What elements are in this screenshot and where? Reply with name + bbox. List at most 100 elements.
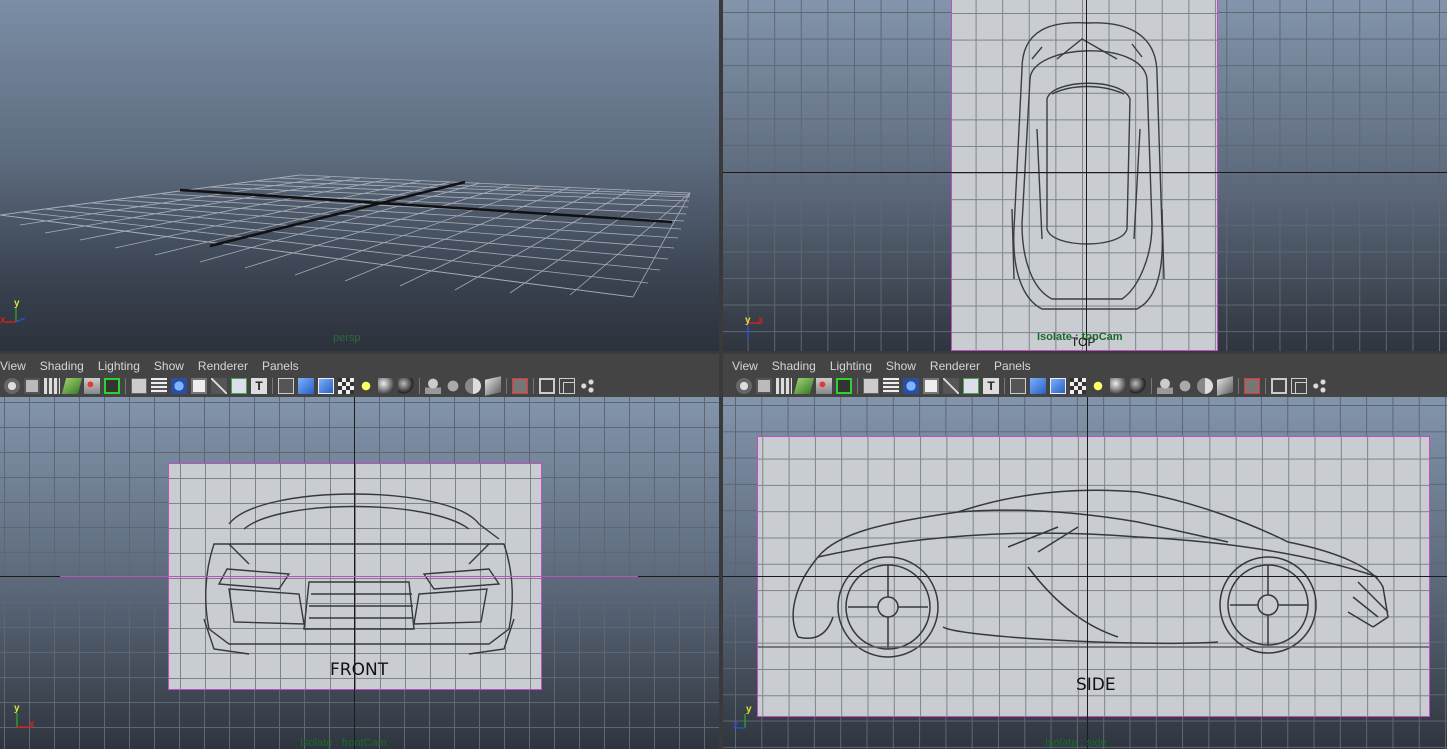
gate-mask-icon[interactable] xyxy=(923,378,939,394)
image-plane-icon[interactable] xyxy=(61,378,83,394)
wireframe-icon[interactable] xyxy=(1010,378,1026,394)
camera-name-label: Isolate : frontCam xyxy=(300,737,387,749)
menu-shading[interactable]: Shading xyxy=(33,359,91,373)
bounding-box-icon[interactable] xyxy=(539,378,555,394)
grease-pencil-icon[interactable] xyxy=(104,378,120,394)
gizmo-y-label: y xyxy=(14,703,20,714)
component-icon[interactable] xyxy=(559,378,575,394)
safe-action-icon[interactable] xyxy=(963,378,979,394)
select-camera-icon[interactable] xyxy=(736,378,752,394)
wireframe-on-shaded-icon[interactable] xyxy=(1050,378,1066,394)
camera-name-label: Isolate : topCam xyxy=(1037,331,1123,343)
motion-blur-icon[interactable] xyxy=(425,378,441,394)
viewport-divider-horizontal[interactable] xyxy=(0,351,1447,354)
menu-lighting[interactable]: Lighting xyxy=(91,359,147,373)
panel-menubar-front: View Shading Lighting Show Renderer Pane… xyxy=(0,356,719,376)
wireframe-icon[interactable] xyxy=(278,378,294,394)
bookmarks-icon[interactable] xyxy=(776,378,792,394)
ambient-occlusion-icon[interactable] xyxy=(398,378,414,394)
world-axis-vertical xyxy=(1087,397,1088,749)
anti-aliasing-icon[interactable] xyxy=(445,378,461,394)
2d-pan-icon[interactable] xyxy=(816,378,832,394)
smooth-shade-icon[interactable] xyxy=(1030,378,1046,394)
world-axis-horizontal xyxy=(723,172,1447,173)
film-gate-icon[interactable] xyxy=(883,378,899,394)
hierarchy-icon[interactable] xyxy=(579,378,595,394)
world-axis-vertical xyxy=(1086,0,1087,351)
gizmo-x-label: x xyxy=(29,719,35,730)
shadows-icon[interactable] xyxy=(1110,378,1126,394)
gizmo-y-label: y xyxy=(746,704,752,715)
2d-pan-icon[interactable] xyxy=(84,378,100,394)
front-caption: FRONT xyxy=(330,660,389,680)
motion-blur-icon[interactable] xyxy=(1157,378,1173,394)
camera-attributes-icon[interactable] xyxy=(756,378,772,394)
use-all-lights-icon[interactable] xyxy=(358,378,374,394)
menu-show[interactable]: Show xyxy=(879,359,923,373)
camera-name-label: Isolate : side xyxy=(1045,737,1107,749)
menu-panels[interactable]: Panels xyxy=(255,359,306,373)
image-plane-icon[interactable] xyxy=(793,378,815,394)
depth-of-field-icon[interactable] xyxy=(1197,378,1213,394)
world-axis-vertical xyxy=(354,397,355,749)
panel-menubar-side: View Shading Lighting Show Renderer Pane… xyxy=(725,356,1447,376)
camera-attributes-icon[interactable] xyxy=(24,378,40,394)
gizmo-y-label: y xyxy=(745,315,751,326)
depth-of-field-icon[interactable] xyxy=(465,378,481,394)
safe-title-icon[interactable]: T xyxy=(983,378,999,394)
textured-icon[interactable] xyxy=(338,378,354,394)
field-chart-icon[interactable] xyxy=(943,378,959,394)
resolution-gate-icon[interactable] xyxy=(903,378,919,394)
grease-pencil-icon[interactable] xyxy=(836,378,852,394)
gizmo-y-label: y xyxy=(14,298,20,309)
menu-renderer[interactable]: Renderer xyxy=(923,359,987,373)
front-viewport[interactable]: FRONT y x Isolate : frontCam xyxy=(0,397,719,749)
xray-icon[interactable] xyxy=(485,376,501,396)
shadows-icon[interactable] xyxy=(378,378,394,394)
smooth-shade-icon[interactable] xyxy=(298,378,314,394)
gizmo-x-label: x xyxy=(0,315,6,326)
top-image-plane xyxy=(951,0,1218,351)
gizmo-x-label: x xyxy=(758,315,764,326)
top-viewport[interactable]: y x TOP Isolate : topCam xyxy=(723,0,1447,351)
gizmo-z-label: z xyxy=(733,720,738,731)
resolution-gate-icon[interactable] xyxy=(171,378,187,394)
film-gate-icon[interactable] xyxy=(151,378,167,394)
hierarchy-icon[interactable] xyxy=(1311,378,1327,394)
menu-shading[interactable]: Shading xyxy=(765,359,823,373)
bounding-box-icon[interactable] xyxy=(1271,378,1287,394)
textured-icon[interactable] xyxy=(1070,378,1086,394)
view-axis-gizmo: y x xyxy=(0,298,33,330)
image-plane-center-line xyxy=(60,576,638,577)
perspective-ground-grid xyxy=(0,174,691,298)
menu-view[interactable]: View xyxy=(0,359,33,373)
menu-panels[interactable]: Panels xyxy=(987,359,1038,373)
use-all-lights-icon[interactable] xyxy=(1090,378,1106,394)
view-axis-gizmo: y x xyxy=(741,313,771,343)
menu-renderer[interactable]: Renderer xyxy=(191,359,255,373)
xray-icon[interactable] xyxy=(1217,376,1233,396)
menu-view[interactable]: View xyxy=(725,359,765,373)
anti-aliasing-icon[interactable] xyxy=(1177,378,1193,394)
select-camera-icon[interactable] xyxy=(4,378,20,394)
front-view-car-sketch xyxy=(203,493,515,655)
field-chart-icon[interactable] xyxy=(211,378,227,394)
menu-show[interactable]: Show xyxy=(147,359,191,373)
bookmarks-icon[interactable] xyxy=(44,378,60,394)
menu-lighting[interactable]: Lighting xyxy=(823,359,879,373)
side-viewport[interactable]: SIDE y z Isolate : side xyxy=(723,397,1447,749)
component-icon[interactable] xyxy=(1291,378,1307,394)
wireframe-on-shaded-icon[interactable] xyxy=(318,378,334,394)
safe-action-icon[interactable] xyxy=(231,378,247,394)
grid-icon[interactable] xyxy=(863,378,879,394)
xray-joints-icon[interactable] xyxy=(512,378,528,394)
safe-title-icon[interactable]: T xyxy=(251,378,267,394)
ambient-occlusion-icon[interactable] xyxy=(1130,378,1146,394)
persp-viewport[interactable]: y x persp xyxy=(0,0,719,351)
grid-icon[interactable] xyxy=(131,378,147,394)
panel-toolbar-side: T xyxy=(734,375,1447,397)
xray-joints-icon[interactable] xyxy=(1244,378,1260,394)
gate-mask-icon[interactable] xyxy=(191,378,207,394)
world-axis-horizontal xyxy=(723,576,1447,577)
panel-toolbar-front: T xyxy=(2,375,719,397)
